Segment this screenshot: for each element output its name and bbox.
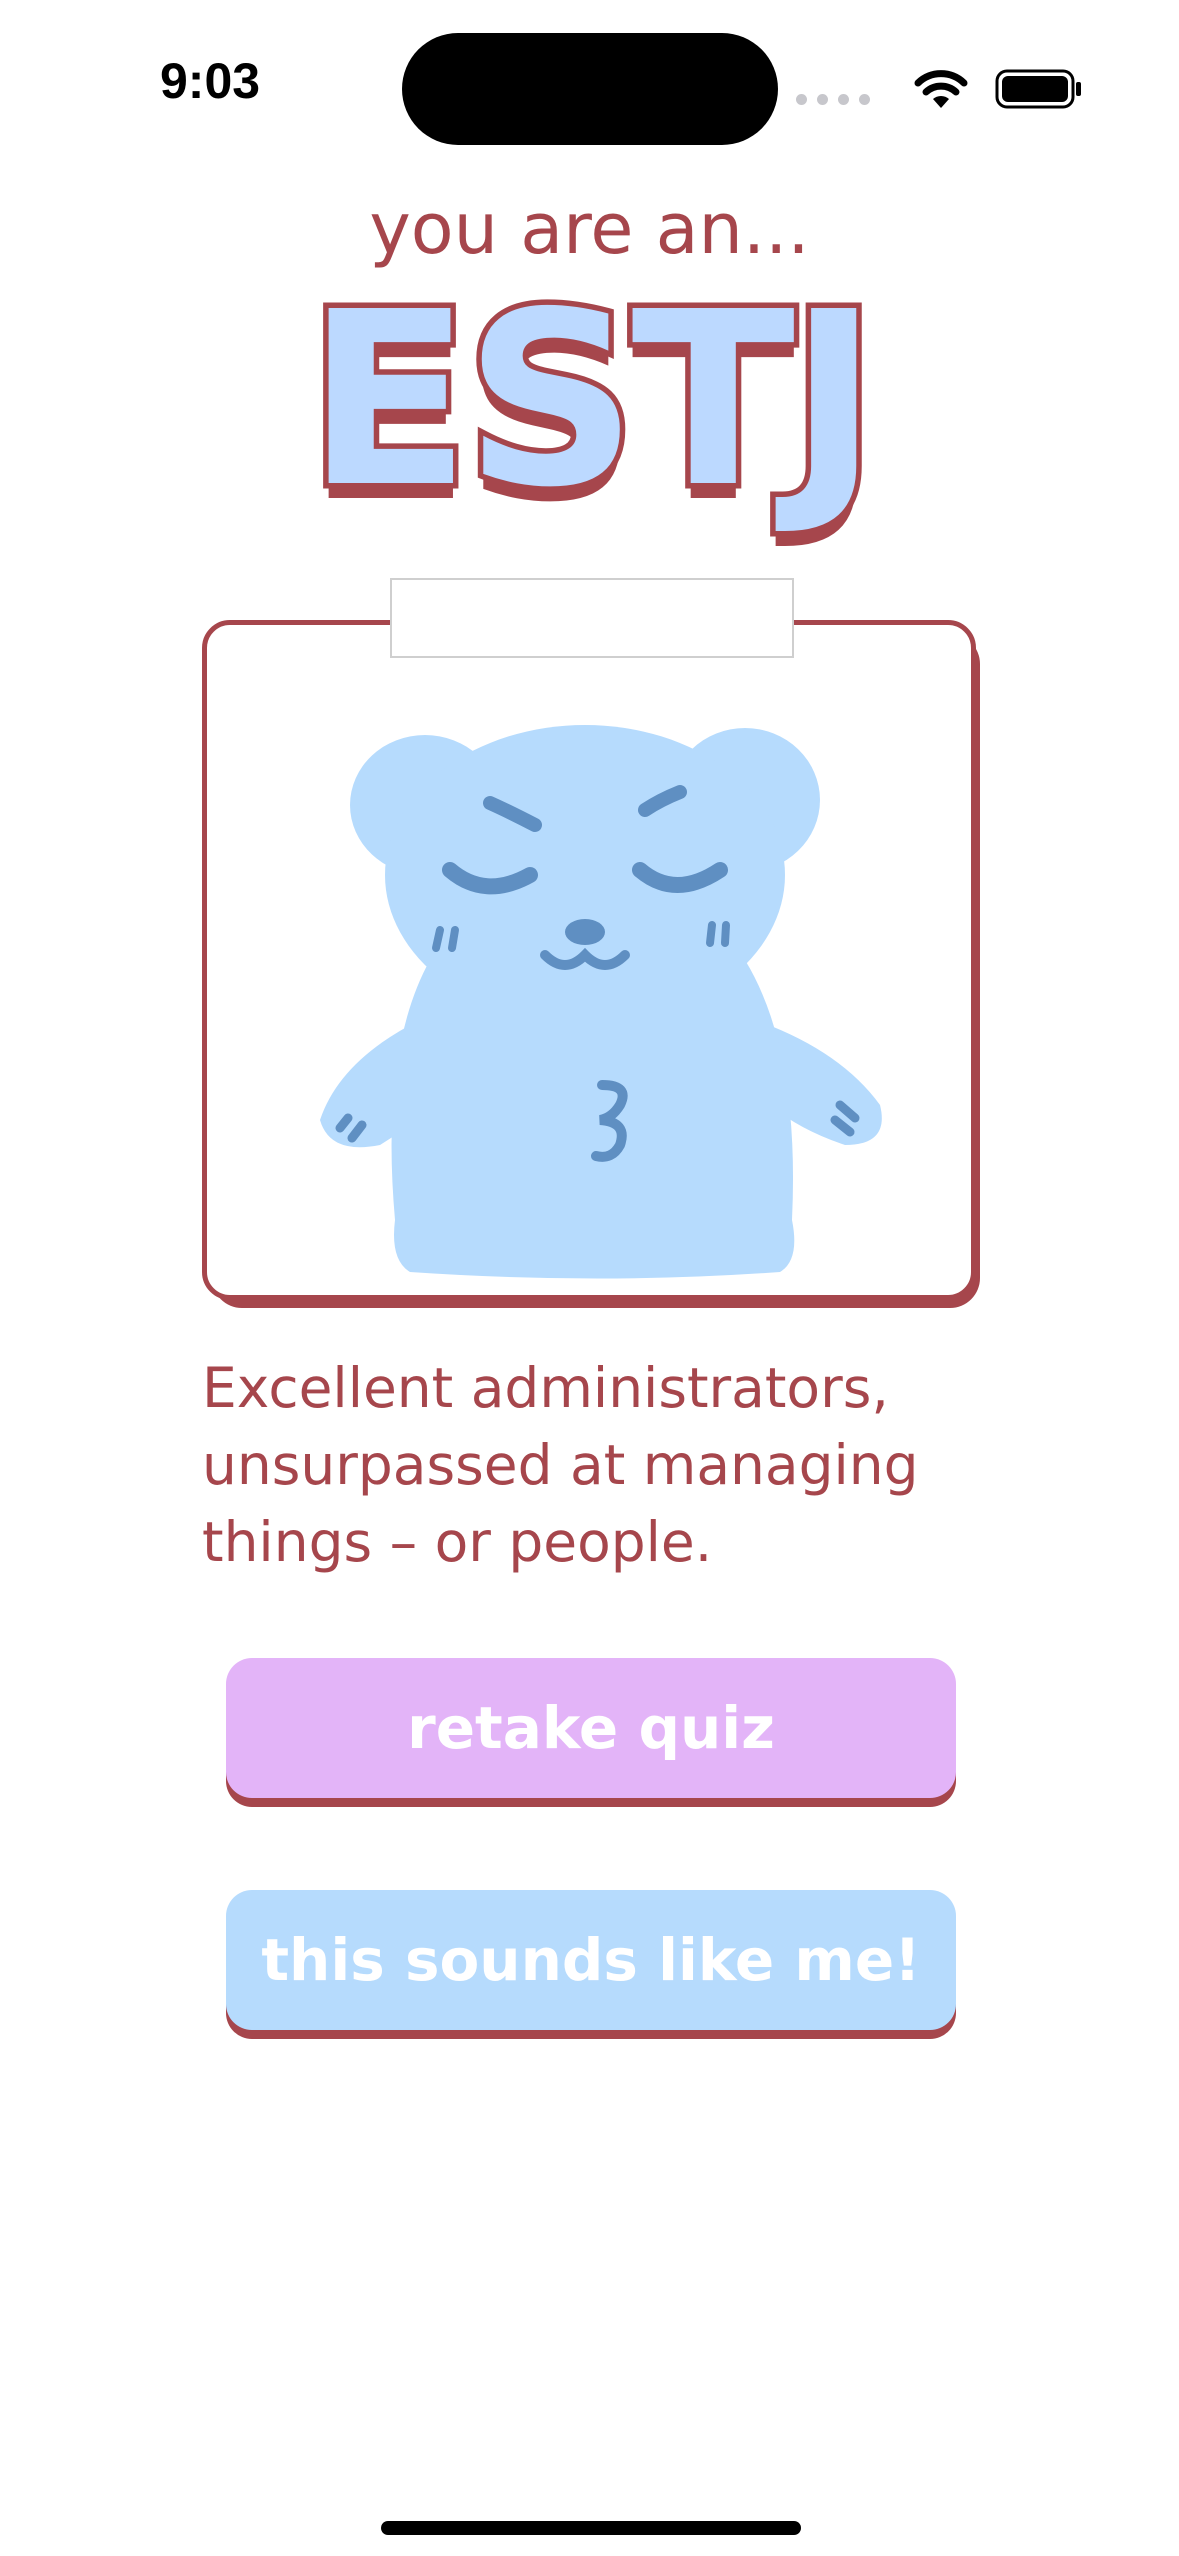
home-indicator[interactable]: [381, 2521, 801, 2535]
personality-type-title: ESTJ: [301, 260, 884, 540]
dynamic-island: [402, 33, 778, 145]
cellular-dots-icon: [796, 94, 870, 105]
battery-icon: [995, 69, 1081, 109]
retake-quiz-button[interactable]: retake quiz: [226, 1658, 956, 1798]
tape-label: [390, 578, 794, 658]
type-description: Excellent administrators, unsurpassed at…: [202, 1356, 919, 1574]
result-eyebrow: you are an...: [369, 188, 810, 270]
personality-type-title-wrap: ESTJ: [0, 275, 1179, 526]
sounds-like-me-button[interactable]: this sounds like me!: [226, 1890, 956, 2030]
status-time: 9:03: [160, 53, 261, 109]
bear-illustration: [320, 725, 882, 1279]
sounds-like-me-label: this sounds like me!: [261, 1926, 921, 1994]
wifi-icon: [914, 70, 968, 108]
retake-quiz-label: retake quiz: [407, 1694, 775, 1762]
